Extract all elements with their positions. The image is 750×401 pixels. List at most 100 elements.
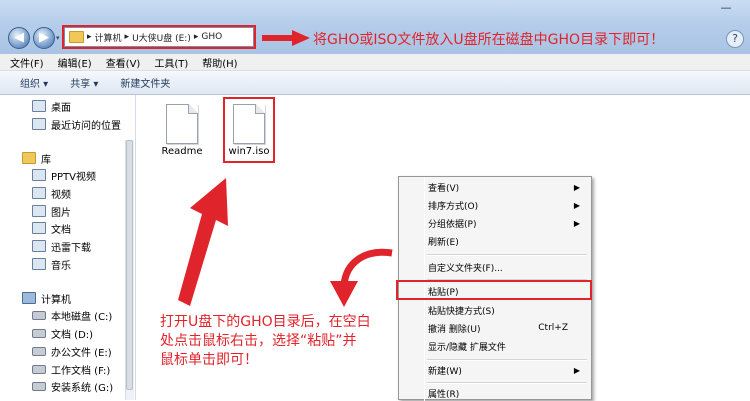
nav-label: 图片 <box>51 207 71 219</box>
command-bar: 组织 ▾ 共享 ▾ 新建文件夹 <box>0 71 750 95</box>
menu-item-new[interactable]: 新建(W) ▶ <box>428 362 588 378</box>
menu-item-label: 撤消 删除(U) <box>428 324 481 335</box>
music-library-icon <box>32 258 46 270</box>
hard-drive-icon <box>32 346 46 356</box>
nav-pptv-videos[interactable]: PPTV视频 <box>32 168 97 183</box>
nav-drive-f[interactable]: 工作文档 (F:) <box>32 362 111 377</box>
nav-documents[interactable]: 文档 <box>32 221 71 236</box>
annotation-line: 处点击鼠标右击，选择“粘贴”并 <box>160 333 357 349</box>
submenu-arrow-icon: ▶ <box>573 365 580 375</box>
menu-view[interactable]: 查看(V) <box>106 55 141 70</box>
menu-item-label: 新建(W) <box>428 366 462 377</box>
file-name-readme[interactable]: Readme <box>152 146 212 157</box>
back-button[interactable]: ◀ <box>8 27 30 49</box>
recent-pages-icon[interactable]: ▾ <box>56 34 60 42</box>
nav-drive-g[interactable]: 安装系统 (G:) <box>32 379 114 394</box>
menu-item-label: 刷新(E) <box>428 237 459 248</box>
nav-drive-d[interactable]: 文档 (D:) <box>32 326 94 341</box>
menu-item-label: 自定义文件夹(F)... <box>428 263 503 274</box>
download-folder-icon <box>32 240 46 252</box>
menu-separator <box>427 382 587 384</box>
nav-desktop[interactable]: 桌面 <box>32 99 71 114</box>
nav-label: 库 <box>41 154 51 166</box>
nav-label: 迅雷下载 <box>51 242 91 254</box>
menu-item-undo-delete[interactable]: 撤消 删除(U) Ctrl+Z <box>428 320 588 336</box>
menu-item-view[interactable]: 查看(V) ▶ <box>428 179 588 195</box>
share-button[interactable]: 共享 ▾ <box>70 75 98 90</box>
annotation-instruction: 打开U盘下的GHO目录后，在空白 处点击鼠标右击，选择“粘贴”并 鼠标单击即可！ <box>160 313 400 370</box>
hard-drive-icon <box>32 381 46 391</box>
computer-icon <box>22 292 36 304</box>
up-right-arrow-icon <box>178 178 228 306</box>
nav-drive-e[interactable]: 办公文件 (E:) <box>32 344 112 359</box>
submenu-arrow-icon: ▶ <box>573 218 580 228</box>
menu-item-show-hide-extensions[interactable]: 显示/隐藏 扩展文件 <box>428 338 588 354</box>
video-library-icon <box>32 187 46 199</box>
nav-recent-places[interactable]: 最近访问的位置 <box>32 117 121 132</box>
nav-libraries[interactable]: 库 <box>22 151 51 166</box>
submenu-arrow-icon: ▶ <box>573 200 580 210</box>
menu-separator <box>427 359 587 361</box>
menu-separator <box>427 254 587 256</box>
menu-tools[interactable]: 工具(T) <box>154 55 188 70</box>
library-icon <box>22 152 36 164</box>
nav-label: 办公文件 (E:) <box>51 347 112 359</box>
organize-button[interactable]: 组织 ▾ <box>20 75 48 90</box>
iso-highlight-box <box>223 97 275 163</box>
nav-computer[interactable]: 计算机 <box>22 291 71 306</box>
menu-item-label: 排序方式(O) <box>428 201 479 212</box>
menu-bar: 文件(F) 编辑(E) 查看(V) 工具(T) 帮助(H) <box>0 54 750 71</box>
documents-library-icon <box>32 222 46 234</box>
recent-places-icon <box>32 118 46 130</box>
menu-item-group-by[interactable]: 分组依据(P) ▶ <box>428 215 588 231</box>
shortcut-label: Ctrl+Z <box>538 323 568 333</box>
hard-drive-icon <box>32 364 46 374</box>
menu-edit[interactable]: 编辑(E) <box>58 55 92 70</box>
curved-arrow-icon <box>330 248 393 307</box>
top-instruction: 将GHO或ISO文件放入U盘所在磁盘中GHO目录下即可！ <box>313 32 665 48</box>
hard-drive-icon <box>32 328 46 338</box>
nav-music[interactable]: 音乐 <box>32 257 71 272</box>
video-library-icon <box>32 169 46 181</box>
forward-button[interactable]: ▶ <box>33 27 55 49</box>
menu-item-label: 粘贴快捷方式(S) <box>428 306 495 317</box>
menu-item-refresh[interactable]: 刷新(E) <box>428 233 588 249</box>
nav-label: 文档 (D:) <box>51 329 94 341</box>
desktop-icon <box>32 100 46 112</box>
hard-drive-icon <box>32 310 46 320</box>
menu-item-properties[interactable]: 属性(R) <box>428 385 588 401</box>
right-arrow-icon <box>262 30 310 46</box>
pictures-library-icon <box>32 205 46 217</box>
text-file-icon[interactable] <box>166 104 198 144</box>
nav-label: 音乐 <box>51 260 71 272</box>
nav-pictures[interactable]: 图片 <box>32 204 71 219</box>
annotation-line: 打开U盘下的GHO目录后，在空白 <box>160 314 371 330</box>
annotation-line: 鼠标单击即可！ <box>160 352 258 368</box>
minimize-button[interactable]: — <box>712 2 740 16</box>
nav-scrollbar-thumb[interactable] <box>126 140 133 390</box>
nav-label: PPTV视频 <box>51 171 97 183</box>
nav-label: 计算机 <box>41 294 71 306</box>
help-button[interactable]: ? <box>726 30 744 48</box>
menu-item-sort-by[interactable]: 排序方式(O) ▶ <box>428 197 588 213</box>
nav-label: 视频 <box>51 189 71 201</box>
nav-label: 最近访问的位置 <box>51 120 121 132</box>
nav-drive-c[interactable]: 本地磁盘 (C:) <box>32 308 113 323</box>
nav-label: 工作文档 (F:) <box>51 365 111 377</box>
menu-item-customize-folder[interactable]: 自定义文件夹(F)... <box>428 259 588 275</box>
nav-label: 文档 <box>51 224 71 236</box>
menu-item-label: 显示/隐藏 扩展文件 <box>428 342 506 353</box>
nav-label: 安装系统 (G:) <box>51 382 114 394</box>
menu-file[interactable]: 文件(F) <box>10 55 44 70</box>
nav-xunlei-downloads[interactable]: 迅雷下载 <box>32 239 91 254</box>
nav-videos[interactable]: 视频 <box>32 186 71 201</box>
submenu-arrow-icon: ▶ <box>573 182 580 192</box>
menu-item-paste-shortcut[interactable]: 粘贴快捷方式(S) <box>428 302 588 318</box>
menu-help[interactable]: 帮助(H) <box>202 55 237 70</box>
paste-highlight-box <box>396 280 592 300</box>
menu-item-label: 分组依据(P) <box>428 219 477 230</box>
nav-label: 本地磁盘 (C:) <box>51 311 113 323</box>
nav-label: 桌面 <box>51 102 71 114</box>
new-folder-button[interactable]: 新建文件夹 <box>120 75 170 90</box>
menu-item-label: 查看(V) <box>428 183 460 194</box>
